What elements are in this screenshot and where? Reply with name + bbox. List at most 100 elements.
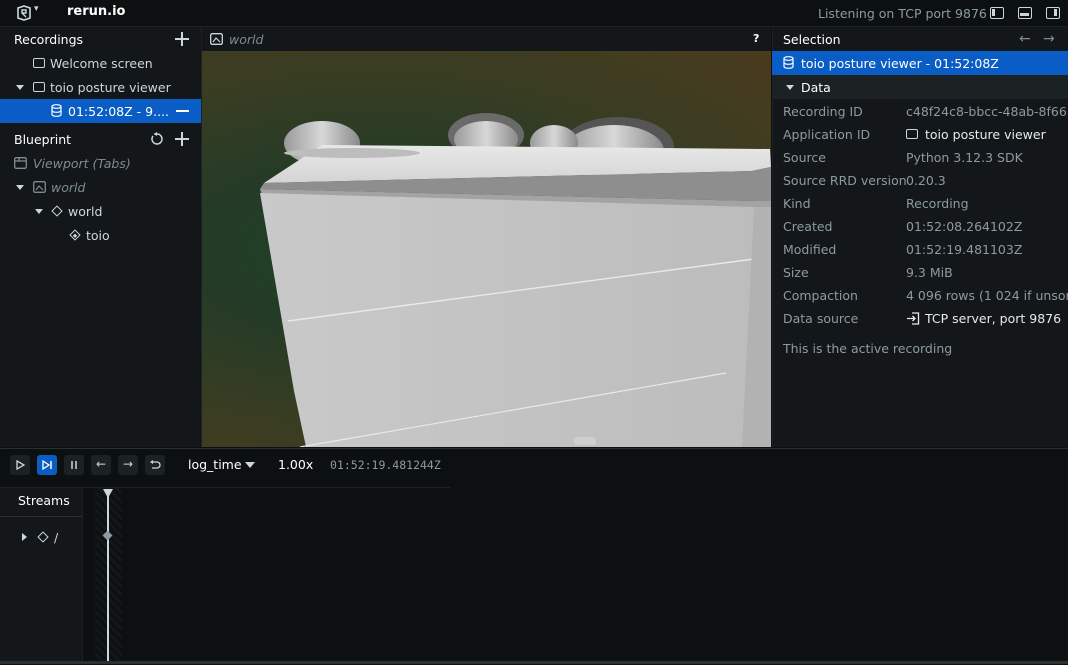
viewport-tab-bar	[202, 27, 771, 51]
import-icon	[907, 312, 920, 325]
step-back-button[interactable]: ←	[91, 455, 111, 475]
blueprint-item-label: world	[68, 204, 103, 219]
close-recording-icon[interactable]	[176, 110, 189, 112]
play-button[interactable]	[10, 455, 30, 475]
stream-root-entity[interactable]: /	[54, 530, 58, 545]
property-key: Modified	[783, 242, 837, 257]
3d-viewport[interactable]	[202, 51, 771, 447]
blueprint-item-world-entity[interactable]: world	[0, 199, 201, 223]
view-3d-icon	[33, 181, 46, 193]
window-icon	[906, 129, 918, 139]
recording-item-label: 01:52:08Z - 9....	[68, 104, 170, 119]
add-recording-icon[interactable]	[175, 32, 189, 46]
app-menu-chevron-icon[interactable]: ▾	[34, 4, 39, 14]
property-key: Source RRD version	[783, 173, 907, 188]
entity-leaf-icon	[69, 229, 81, 241]
recordings-header: Recordings	[0, 27, 201, 51]
arrow-left-icon[interactable]: ←	[1019, 31, 1031, 47]
blueprint-header: Blueprint	[0, 127, 201, 151]
recordings-title: Recordings	[14, 32, 84, 47]
property-key: Kind	[783, 196, 811, 211]
follow-button[interactable]	[37, 455, 57, 475]
entity-icon	[51, 205, 63, 217]
timeline-selector[interactable]: log_time	[188, 457, 242, 472]
time-cursor-handle[interactable]	[103, 489, 113, 498]
property-key: Size	[783, 265, 809, 280]
follow-icon	[42, 460, 52, 470]
time-panel[interactable]	[83, 488, 1068, 664]
property-key: Created	[783, 219, 833, 234]
toio-cube-render	[260, 113, 771, 447]
chevron-down-icon[interactable]	[16, 185, 24, 190]
blueprint-item-label: toio	[86, 228, 110, 243]
add-view-icon[interactable]	[175, 132, 189, 146]
blueprint-item-viewport[interactable]: Viewport (Tabs)	[0, 151, 201, 175]
property-value: Python 3.12.3 SDK	[906, 150, 1023, 165]
streams-column	[0, 488, 83, 664]
help-icon[interactable]: ?	[753, 32, 759, 45]
left-panel: Recordings Welcome screen toio posture v…	[0, 27, 202, 447]
property-value: 01:52:08.264102Z	[906, 219, 1023, 234]
blueprint-item-label: world	[51, 180, 86, 195]
property-key: Application ID	[783, 127, 871, 142]
chevron-right-icon[interactable]	[22, 533, 27, 541]
right-panel-toggle-icon[interactable]	[1046, 7, 1060, 19]
connection-status: Listening on TCP port 9876	[818, 6, 987, 21]
database-icon	[51, 104, 62, 117]
property-value: 0.20.3	[906, 173, 946, 188]
selection-title: Selection	[783, 32, 841, 47]
loop-icon	[150, 460, 161, 469]
property-key: Source	[783, 150, 826, 165]
reset-blueprint-icon[interactable]	[150, 132, 164, 146]
step-forward-button[interactable]: →	[118, 455, 138, 475]
bottom-panel-toggle-icon[interactable]	[1018, 7, 1032, 19]
data-section-title: Data	[801, 80, 831, 95]
playback-speed[interactable]: 1.00x	[278, 457, 313, 472]
divider	[0, 516, 82, 517]
view-3d-icon	[210, 33, 223, 45]
top-bar: ▾ rerun.io Listening on TCP port 9876	[0, 0, 1068, 27]
property-value: 01:52:19.481103Z	[906, 242, 1023, 257]
property-value: c48f24c8-bbcc-48ab-8f66	[906, 104, 1067, 119]
property-value: TCP server, port 9876	[925, 311, 1062, 326]
property-value[interactable]: toio posture viewer	[925, 127, 1046, 142]
property-key: Compaction	[783, 288, 858, 303]
pause-button[interactable]	[64, 455, 84, 475]
blueprint-item-toio[interactable]: toio	[0, 223, 201, 247]
selected-recording-row[interactable]: toio posture viewer - 01:52:08Z	[772, 51, 1068, 75]
chevron-down-icon[interactable]	[16, 85, 24, 90]
data-density-strip	[95, 488, 122, 664]
window-icon	[33, 82, 45, 92]
streams-title: Streams	[18, 493, 70, 508]
rerun-logo-icon[interactable]	[15, 5, 33, 21]
recording-item-welcome[interactable]: Welcome screen	[0, 51, 201, 75]
blueprint-title: Blueprint	[14, 132, 72, 147]
data-section-header[interactable]: Data	[772, 75, 1068, 99]
tabs-icon	[14, 157, 27, 169]
play-icon	[16, 460, 25, 470]
recording-item-label: toio posture viewer	[50, 80, 171, 95]
app-title: rerun.io	[67, 4, 126, 19]
pause-icon	[71, 461, 77, 469]
left-panel-toggle-icon[interactable]	[990, 7, 1004, 19]
chevron-down-icon[interactable]	[245, 462, 255, 468]
database-icon	[783, 56, 794, 69]
blueprint-item-world-view[interactable]: world	[0, 175, 201, 199]
blueprint-item-label: Viewport (Tabs)	[33, 156, 131, 171]
recording-app-toio[interactable]: toio posture viewer	[0, 75, 201, 99]
property-key: Data source	[783, 311, 859, 326]
arrow-right-icon[interactable]: →	[1043, 31, 1055, 47]
recording-item-selected[interactable]: 01:52:08Z - 9....	[0, 99, 201, 123]
current-time[interactable]: 01:52:19.481244Z	[330, 458, 441, 472]
loop-button[interactable]	[145, 455, 165, 475]
time-cursor[interactable]	[107, 496, 109, 664]
property-value: 9.3 MiB	[906, 265, 953, 280]
chevron-down-icon[interactable]	[786, 85, 794, 90]
chevron-down-icon[interactable]	[35, 209, 43, 214]
step-forward-icon: →	[122, 457, 134, 471]
property-value: Recording	[906, 196, 969, 211]
selected-recording-label: toio posture viewer - 01:52:08Z	[801, 56, 999, 71]
recording-item-label: Welcome screen	[50, 56, 153, 71]
active-recording-note: This is the active recording	[783, 341, 953, 356]
viewport-tab-world[interactable]: world	[229, 32, 263, 47]
